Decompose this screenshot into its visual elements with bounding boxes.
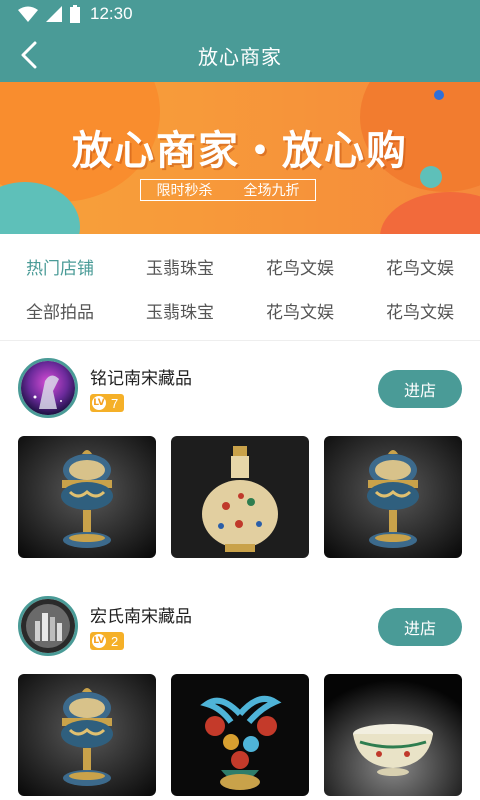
promo-banner[interactable]: 放心商家・放心购 限时秒杀 全场九折 [0,82,480,234]
shop-avatar[interactable] [18,358,78,418]
shop-name[interactable]: 铭记南宋藏品 [90,364,192,389]
category-flowers-birds[interactable]: 花鸟文娱 [360,298,480,323]
enter-shop-button[interactable]: 进店 [378,370,462,408]
signal-icon [46,6,62,22]
category-jade-jewelry[interactable]: 玉翡珠宝 [120,298,240,323]
product-thumbnail[interactable] [324,436,462,558]
avatar-image [21,599,75,653]
category-grid: 热门店铺 玉翡珠宝 花鸟文娱 花鸟文娱 全部拍品 玉翡珠宝 花鸟文娱 花鸟文娱 [0,244,480,332]
censer-image [324,436,462,558]
back-button[interactable] [10,36,48,74]
product-thumbnail[interactable] [171,674,309,796]
level-badge: LV 7 [90,394,125,412]
nav-bar: 放心商家 [0,28,480,82]
level-icon: LV [90,632,108,650]
shop-card: 铭记南宋藏品 LV 7 进店 [0,358,480,428]
censer-image [18,436,156,558]
category-flowers-birds[interactable]: 花鸟文娱 [360,254,480,279]
vase-image [171,436,309,558]
back-arrow-icon [21,41,37,69]
product-thumbnail[interactable] [18,436,156,558]
category-row: 热门店铺 玉翡珠宝 花鸟文娱 花鸟文娱 [0,244,480,288]
product-list [18,674,462,796]
level-value: 7 [111,395,119,411]
banner-decoration [380,192,480,234]
avatar-image [21,361,75,415]
divider [0,340,480,341]
banner-title: 放心商家・放心购 [72,128,408,174]
category-hot-shops[interactable]: 热门店铺 [0,254,120,279]
category-all-lots[interactable]: 全部拍品 [0,298,120,323]
status-time: 12:30 [90,4,133,23]
product-list [18,436,462,558]
level-badge: LV 2 [90,632,125,650]
banner-sub-right: 全场九折 [243,183,300,199]
status-bar: 12:30 [0,0,480,28]
shop-card: 宏氏南宋藏品 LV 2 进店 [0,596,480,666]
status-icons [18,5,80,23]
category-row: 全部拍品 玉翡珠宝 花鸟文娱 花鸟文娱 [0,288,480,332]
wifi-icon [18,6,38,22]
banner-sub-left: 限时秒杀 [156,183,213,199]
jewel-tree-image [171,674,309,796]
battery-icon [70,5,80,23]
category-flowers-birds[interactable]: 花鸟文娱 [240,254,360,279]
app-header: 12:30 放心商家 [0,0,480,82]
level-icon: LV [90,394,108,412]
category-flowers-birds[interactable]: 花鸟文娱 [240,298,360,323]
banner-subtitle: 限时秒杀 全场九折 [140,179,316,201]
product-thumbnail[interactable] [18,674,156,796]
bowl-image [324,674,462,796]
product-thumbnail[interactable] [324,674,462,796]
censer-image [18,674,156,796]
shop-header: 铭记南宋藏品 LV 7 进店 [0,358,480,428]
enter-shop-button[interactable]: 进店 [378,608,462,646]
shop-avatar[interactable] [18,596,78,656]
shop-header: 宏氏南宋藏品 LV 2 进店 [0,596,480,666]
shop-name[interactable]: 宏氏南宋藏品 [90,602,192,627]
page-title: 放心商家 [198,44,282,69]
category-jade-jewelry[interactable]: 玉翡珠宝 [120,254,240,279]
banner-decoration [434,90,444,100]
product-thumbnail[interactable] [171,436,309,558]
level-value: 2 [111,633,119,649]
